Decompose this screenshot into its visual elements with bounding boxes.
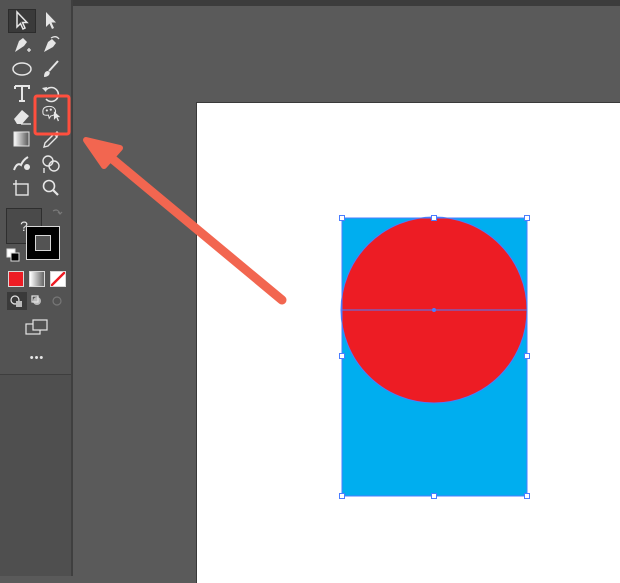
pen-tool[interactable] — [9, 34, 35, 56]
type-tool[interactable] — [9, 82, 35, 104]
shape-builder-icon — [42, 155, 60, 173]
direct-arrow-icon — [46, 12, 56, 29]
draw-normal-button[interactable] — [7, 292, 27, 310]
change-screen-mode-button[interactable] — [24, 318, 50, 338]
draw-behind-button[interactable] — [28, 292, 48, 310]
tools-panel-lower — [0, 375, 72, 576]
color-mode-button[interactable] — [8, 271, 24, 287]
eyedropper-icon — [43, 131, 60, 148]
ellipse-tool[interactable] — [9, 58, 35, 80]
puppet-warp-tool[interactable] — [37, 101, 67, 129]
none-icon — [50, 271, 66, 287]
stroke-inner — [35, 235, 51, 251]
zoom-icon — [42, 179, 59, 196]
stroke-swatch[interactable] — [26, 226, 60, 260]
artboard-tool[interactable] — [9, 177, 35, 199]
puppet-warp-icon — [42, 105, 61, 122]
pen-icon — [15, 38, 31, 52]
swap-fill-stroke-icon[interactable] — [50, 206, 64, 220]
draw-inside-button[interactable] — [47, 292, 67, 310]
curvature-tool[interactable] — [38, 34, 64, 56]
artboard-icon — [13, 180, 29, 196]
eraser-tool[interactable] — [9, 105, 35, 127]
edit-toolbar-button[interactable]: ••• — [22, 350, 52, 366]
document-tab-strip — [73, 0, 620, 6]
ellipse-icon — [12, 62, 32, 76]
gradient-mode-button[interactable] — [29, 271, 45, 287]
eyedropper-tool[interactable] — [38, 128, 64, 150]
gradient-tool[interactable] — [9, 128, 35, 150]
draw-normal-icon — [10, 295, 22, 307]
paintbrush-tool[interactable] — [38, 58, 64, 80]
default-fill-stroke-icon[interactable] — [6, 248, 20, 262]
type-icon — [14, 85, 30, 102]
zoom-tool[interactable] — [38, 177, 64, 199]
curvature-pen-icon — [44, 36, 60, 52]
artboard[interactable] — [196, 102, 620, 583]
tools-panel-divider — [71, 0, 73, 576]
arrow-icon — [16, 10, 29, 31]
none-mode-button[interactable] — [50, 271, 66, 287]
draw-inside-icon — [52, 296, 62, 306]
eraser-icon — [14, 110, 31, 125]
screen-mode-icon — [25, 319, 48, 335]
gradient-icon — [13, 131, 30, 147]
direct-selection-tool[interactable] — [38, 9, 64, 31]
blend-tool[interactable] — [9, 152, 35, 174]
blend-icon — [13, 156, 30, 171]
selection-tool[interactable] — [9, 9, 35, 31]
brush-icon — [44, 60, 59, 77]
shape-builder-tool[interactable] — [38, 152, 64, 174]
draw-behind-icon — [31, 295, 41, 305]
